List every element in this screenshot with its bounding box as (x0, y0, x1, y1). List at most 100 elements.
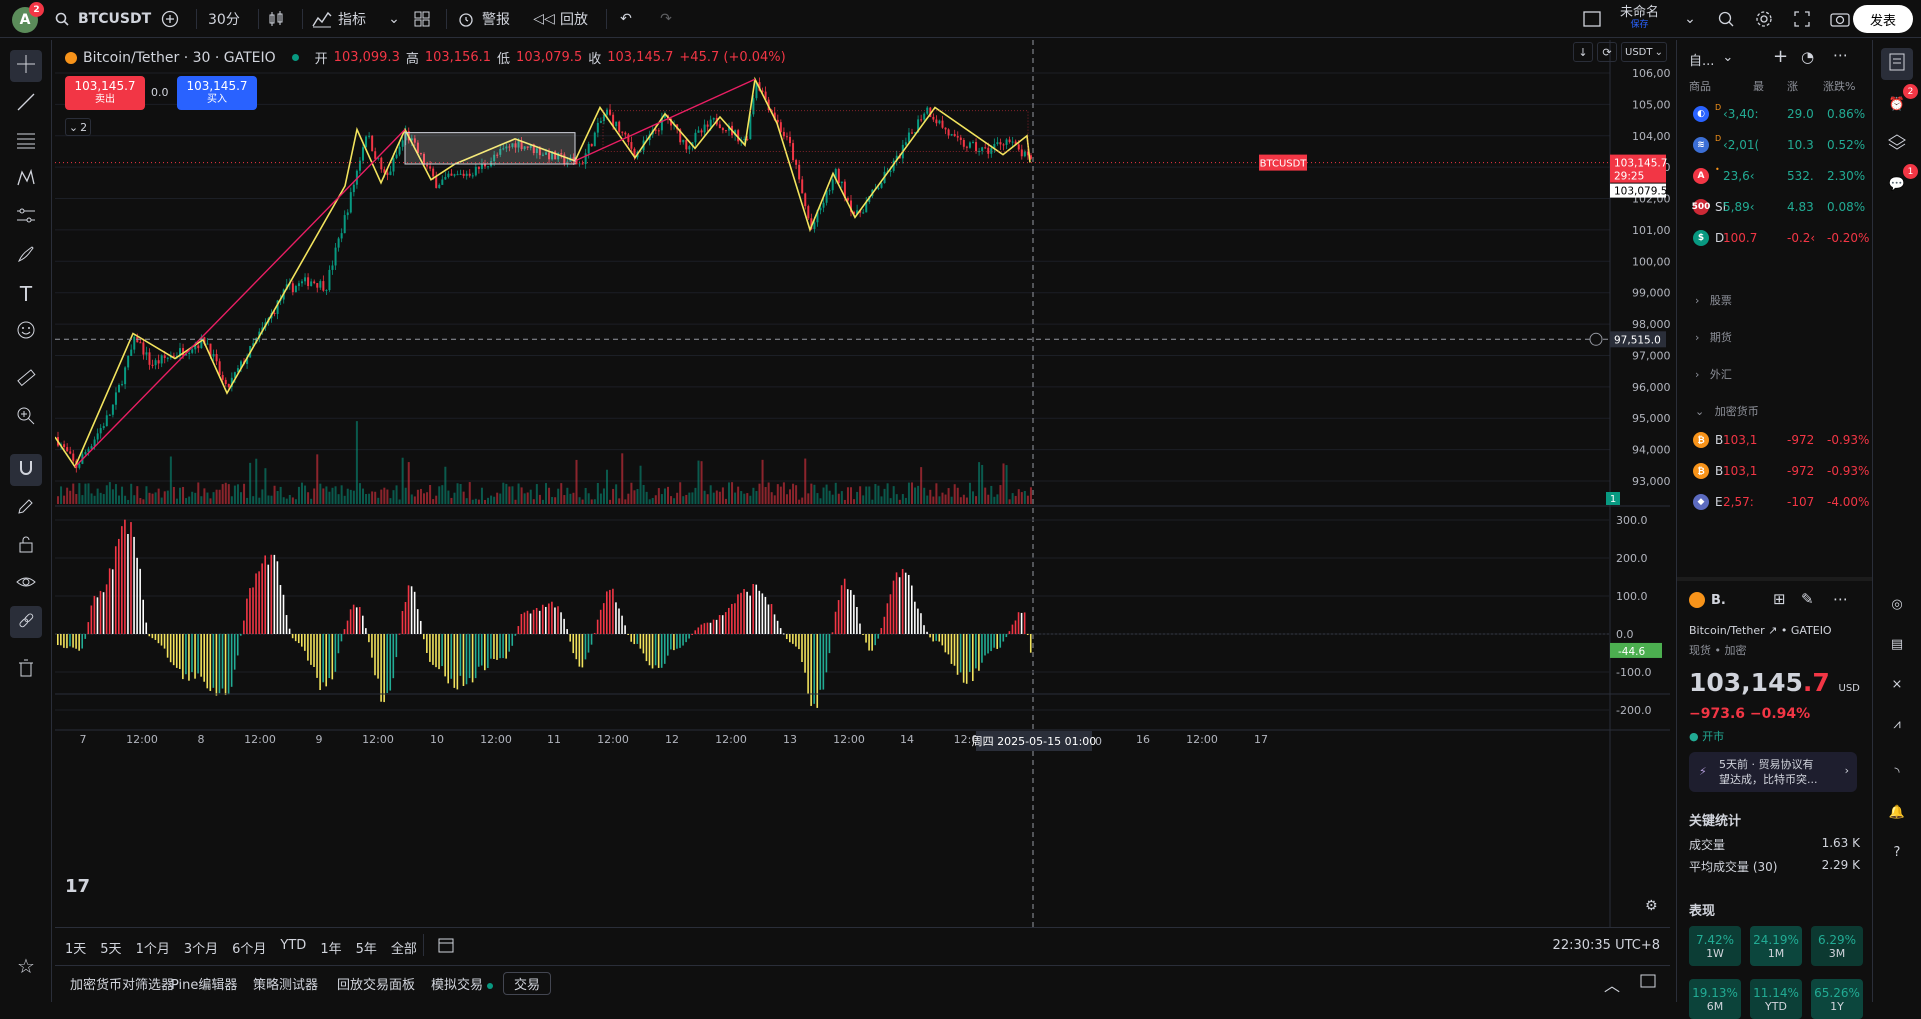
zoom-tool[interactable] (10, 402, 42, 434)
brush-tool[interactable] (10, 240, 42, 272)
sell-button[interactable]: 103,145.7 卖出 (65, 76, 145, 110)
fullscreen-button[interactable] (1792, 0, 1812, 38)
replay-button[interactable]: ◁◁ 回放 (533, 0, 588, 38)
lock-tool[interactable] (10, 530, 42, 562)
range-button[interactable]: 1个月 (136, 938, 170, 957)
magnet-tool[interactable] (10, 454, 42, 486)
fib-tool[interactable] (10, 126, 42, 158)
interval-button[interactable]: 30分 (208, 0, 240, 38)
chat-toggle[interactable]: 💬 1 (1881, 164, 1918, 200)
watchlist-section[interactable]: ⌄ 加密货币 (1695, 403, 1759, 419)
watchlist-more-button[interactable]: ⋯ (1833, 46, 1848, 64)
watchlist-section[interactable]: › 外汇 (1695, 366, 1732, 382)
chart-canvas[interactable]: 106,000.0105,000.0104,000.0103,000.0102,… (55, 40, 1670, 927)
reset-scale-button[interactable]: ⟳ (1597, 42, 1617, 62)
watchlist-title-button[interactable]: 自... ⌄ (1689, 50, 1733, 69)
advanced-view-button[interactable]: ◔ (1801, 48, 1814, 66)
legend-title[interactable]: Bitcoin/Tether · 30 · GATEIO (83, 50, 276, 66)
layers-toggle[interactable] (1881, 128, 1913, 160)
snapshot-button[interactable] (1830, 0, 1850, 38)
remove-drawings-tool[interactable] (10, 654, 42, 686)
buy-button[interactable]: 103,145.7 买入 (177, 76, 257, 110)
watchlist-row[interactable]: ≋ ‹2,01(10.3 0.52% D (1677, 130, 1873, 160)
go-to-date-button[interactable] (437, 936, 455, 958)
range-button[interactable]: 5年 (356, 938, 377, 957)
performance-cell[interactable]: 65.26% 1Y (1811, 979, 1863, 1019)
undo-button[interactable]: ↶ (616, 0, 636, 38)
ideas-toggle[interactable]: ⨯ (1881, 668, 1913, 700)
text-tool[interactable]: T (10, 278, 42, 310)
range-button[interactable]: YTD (280, 938, 306, 957)
layouts-button[interactable] (412, 0, 432, 38)
performance-cell[interactable]: 19.13% 6M (1689, 979, 1741, 1019)
watchlist-row[interactable]: ◐ ‹3,40: 29.0 0.86% D (1677, 99, 1873, 129)
bottom-tab[interactable]: 回放交易面板 (337, 974, 415, 993)
forecast-tool[interactable] (10, 202, 42, 234)
watchlist-row[interactable]: ◆ E 2,57: -107 -4.00% (1677, 487, 1873, 517)
range-button[interactable]: 3个月 (184, 938, 218, 957)
watchlist-section[interactable]: › 股票 (1695, 292, 1732, 308)
watchlist-row[interactable]: ₿ B 103,1 -972 -0.93% (1677, 425, 1873, 455)
maximize-panel-button[interactable] (1640, 974, 1656, 992)
performance-cell[interactable]: 6.29% 3M (1811, 926, 1863, 966)
target-toggle[interactable]: ◎ (1881, 588, 1913, 620)
user-avatar[interactable]: A 2 (12, 2, 44, 33)
compare-add-button[interactable] (160, 0, 180, 38)
range-button[interactable]: 6个月 (232, 938, 266, 957)
scroll-to-end-button[interactable]: ↓ (1573, 42, 1593, 62)
news-toggle[interactable]: ◝ (1881, 756, 1913, 788)
indicators-button[interactable]: 指标 (312, 0, 366, 38)
indicators-dropdown[interactable]: ⌄ (384, 0, 404, 38)
bottom-tab[interactable]: 加密货币对筛选器 (70, 974, 174, 993)
notifications-toggle[interactable]: 🔔 (1881, 796, 1913, 828)
hide-tool[interactable] (10, 568, 42, 600)
redo-button[interactable]: ↷ (656, 0, 676, 38)
watchlist-row[interactable]: $ D 100.7 -0.2‹ -0.20% (1677, 223, 1873, 253)
chart-type-button[interactable] (266, 0, 286, 38)
calendar-toggle[interactable]: ▤ (1881, 628, 1913, 660)
crosshair-tool[interactable] (10, 50, 42, 82)
settings-button[interactable] (1754, 0, 1774, 38)
sync-tool[interactable] (10, 606, 42, 638)
performance-cell[interactable]: 11.14% YTD (1750, 979, 1802, 1019)
stay-drawing-tool[interactable] (10, 492, 42, 524)
tradingview-logo[interactable]: 𝟭𝟳 (65, 876, 90, 897)
collapse-panel-button[interactable]: ︿ (1604, 972, 1620, 996)
watchlist-toggle[interactable] (1881, 48, 1913, 80)
details-more-button[interactable]: ⋯ (1833, 590, 1848, 608)
range-button[interactable]: 1年 (320, 938, 341, 957)
quick-search-button[interactable] (1716, 0, 1736, 38)
details-layout-button[interactable]: ⊞ (1773, 590, 1786, 608)
alert-button[interactable]: 警报 (456, 0, 510, 38)
watchlist-section[interactable]: › 期货 (1695, 329, 1732, 345)
publish-button[interactable]: 发表 (1853, 5, 1913, 33)
help-toggle[interactable]: ? (1881, 836, 1913, 868)
performance-cell[interactable]: 24.19% 1M (1750, 926, 1802, 966)
alerts-toggle[interactable]: ⏰ 2 (1881, 84, 1918, 120)
emoji-tool[interactable] (10, 316, 42, 348)
bottom-tab[interactable]: 策略测试器 (253, 974, 318, 993)
bottom-tab[interactable]: 交易 (503, 972, 552, 995)
streams-toggle[interactable]: ⩘ (1881, 708, 1913, 740)
legend-collapse-button[interactable]: ⌄ 2 (65, 118, 91, 136)
watchlist-row[interactable]: ₿ B 103,1 -972 -0.93% (1677, 456, 1873, 486)
range-button[interactable]: 1天 (65, 938, 86, 957)
currency-select[interactable]: USDT ⌄ (1621, 42, 1667, 62)
add-symbol-button[interactable]: + (1773, 46, 1788, 67)
watchlist-row[interactable]: 500 SI 5,89‹ 4.83 0.08% (1677, 192, 1873, 222)
bottom-tab[interactable]: Pine编辑器 (171, 974, 237, 993)
watchlist-row[interactable]: A 23,6‹ 532. 2.30% • (1677, 161, 1873, 191)
pattern-tool[interactable] (10, 164, 42, 196)
bottom-tab[interactable]: 模拟交易 (431, 974, 494, 993)
details-edit-button[interactable]: ✎ (1801, 590, 1814, 608)
clock-timezone[interactable]: 22:30:35 UTC+8 (1553, 938, 1660, 953)
ruler-tool[interactable] (10, 364, 42, 396)
chart-pane[interactable]: 106,000.0105,000.0104,000.0103,000.0102,… (55, 40, 1670, 927)
news-card[interactable]: ⚡ 5天前 · 贸易协议有 望达成，比特币突... › (1689, 752, 1857, 792)
layout-name-button[interactable]: 未命名 保存 (1620, 0, 1659, 38)
range-button[interactable]: 5天 (100, 938, 121, 957)
range-button[interactable]: 全部 (391, 938, 417, 957)
symbol-search-button[interactable]: BTCUSDT (52, 0, 151, 38)
performance-cell[interactable]: 7.42% 1W (1689, 926, 1741, 966)
fullscreen-toggle-button[interactable] (1582, 0, 1602, 38)
